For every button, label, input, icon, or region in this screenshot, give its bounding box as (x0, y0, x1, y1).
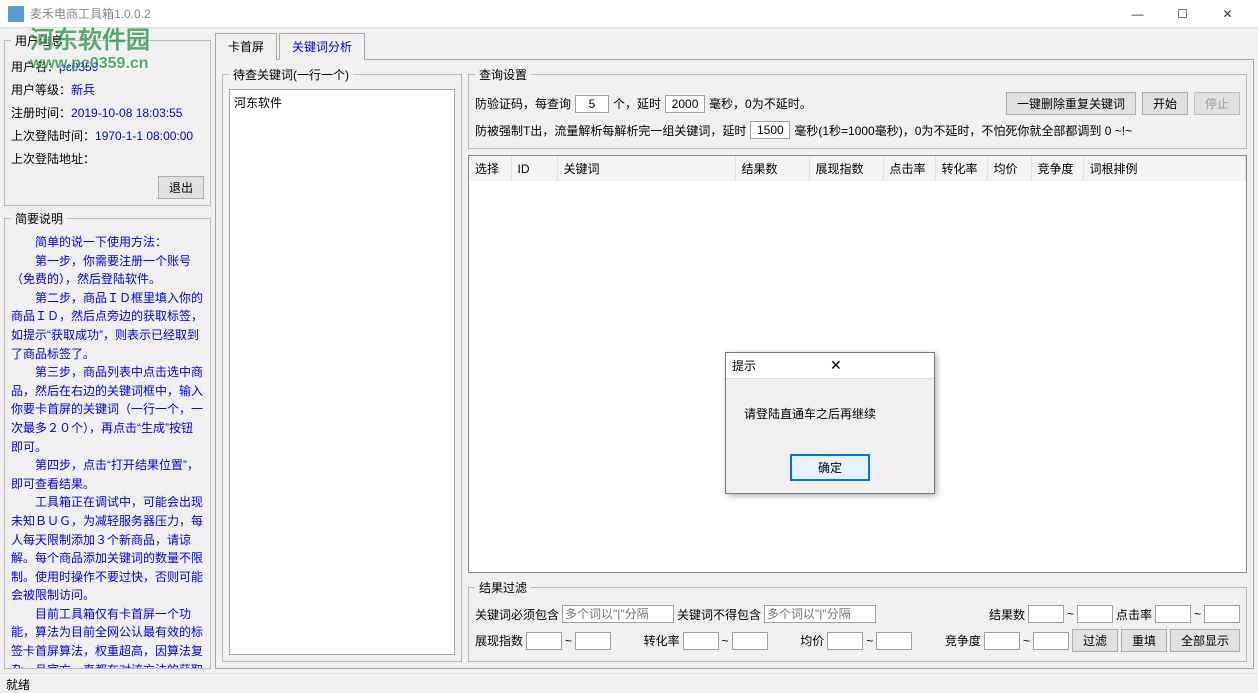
result-filter-panel: 结果过滤 关键词必须包含 关键词不得包含 结果数 ~ 点击率 ~ (468, 579, 1247, 662)
impression-max[interactable] (575, 632, 611, 650)
tabs: 卡首屏 关键词分析 (215, 32, 1254, 60)
competition-max[interactable] (1033, 632, 1069, 650)
result-filter-legend: 结果过滤 (475, 579, 531, 596)
exclude-input[interactable] (764, 605, 876, 623)
minimize-button[interactable]: — (1115, 0, 1160, 28)
col-id[interactable]: ID (511, 156, 557, 181)
col-cvr[interactable]: 转化率 (935, 156, 987, 181)
app-icon (8, 6, 24, 22)
reset-button[interactable]: 重填 (1121, 629, 1167, 652)
impression-min[interactable] (526, 632, 562, 650)
cvr-min[interactable] (683, 632, 719, 650)
dialog-message: 请登陆直通车之后再继续 (726, 379, 934, 448)
ctr-max[interactable] (1204, 605, 1240, 623)
ctr-min[interactable] (1155, 605, 1191, 623)
dialog-close-button[interactable]: ✕ (826, 357, 928, 374)
user-info-panel: 用户信息 用户名：pc0359 用户等级：新兵 注册时间：2019-10-08 … (4, 32, 211, 206)
user-level-value: 新兵 (71, 83, 95, 97)
start-button[interactable]: 开始 (1142, 92, 1188, 115)
query-settings-legend: 查询设置 (475, 66, 531, 83)
keyword-input-panel: 待查关键词(一行一个) 河东软件 (222, 66, 462, 662)
col-result-count[interactable]: 结果数 (735, 156, 809, 181)
prompt-dialog: 提示 ✕ 请登陆直通车之后再继续 确定 (725, 352, 935, 494)
keyword-textarea[interactable]: 河东软件 (229, 89, 455, 655)
cvr-max[interactable] (732, 632, 768, 650)
stop-button[interactable]: 停止 (1194, 92, 1240, 115)
logout-button[interactable]: 退出 (158, 176, 204, 199)
captcha-delay-input[interactable] (665, 95, 705, 113)
instructions-text: 简单的说一下使用方法： 第一步，你需要注册一个账号（免费的），然后登陆软件。 第… (11, 233, 204, 669)
last-login-time-value: 1970-1-1 08:00:00 (95, 129, 193, 143)
close-button[interactable]: ✕ (1205, 0, 1250, 28)
include-input[interactable] (562, 605, 674, 623)
show-all-button[interactable]: 全部显示 (1170, 629, 1240, 652)
username-value: pc0359 (59, 60, 98, 74)
competition-min[interactable] (984, 632, 1020, 650)
result-count-min[interactable] (1028, 605, 1064, 623)
user-info-legend: 用户信息 (11, 32, 67, 49)
instructions-legend: 简要说明 (11, 210, 67, 227)
dedupe-button[interactable]: 一键删除重复关键词 (1006, 92, 1136, 115)
filter-button[interactable]: 过滤 (1072, 629, 1118, 652)
titlebar: 麦禾电商工具箱1.0.0.2 — ☐ ✕ (0, 0, 1258, 28)
query-settings-panel: 查询设置 防验证码，每查询 个，延时 毫秒，0为不延时。 一键删除重复关键词 开… (468, 66, 1247, 149)
avg-price-max[interactable] (876, 632, 912, 650)
sidebar: 用户信息 用户名：pc0359 用户等级：新兵 注册时间：2019-10-08 … (0, 28, 215, 673)
captcha-count-input[interactable] (575, 95, 609, 113)
dialog-title: 提示 (732, 357, 826, 374)
tab-first-screen[interactable]: 卡首屏 (215, 33, 277, 60)
col-impression[interactable]: 展现指数 (809, 156, 883, 181)
dialog-ok-button[interactable]: 确定 (790, 454, 870, 481)
instructions-panel: 简要说明 简单的说一下使用方法： 第一步，你需要注册一个账号（免费的），然后登陆… (4, 210, 211, 669)
avg-price-min[interactable] (827, 632, 863, 650)
parse-delay-input[interactable] (750, 121, 790, 139)
col-root-rank[interactable]: 词根排例 (1083, 156, 1246, 181)
app-title: 麦禾电商工具箱1.0.0.2 (30, 5, 1115, 22)
tab-keyword-analysis[interactable]: 关键词分析 (279, 33, 365, 60)
result-count-max[interactable] (1077, 605, 1113, 623)
maximize-button[interactable]: ☐ (1160, 0, 1205, 28)
col-select[interactable]: 选择 (469, 156, 511, 181)
register-time-value: 2019-10-08 18:03:55 (71, 106, 182, 120)
col-ctr[interactable]: 点击率 (883, 156, 935, 181)
col-avg-price[interactable]: 均价 (987, 156, 1031, 181)
col-competition[interactable]: 竞争度 (1031, 156, 1083, 181)
keyword-legend: 待查关键词(一行一个) (229, 66, 353, 83)
col-keyword[interactable]: 关键词 (557, 156, 735, 181)
statusbar: 就绪 (0, 673, 1258, 693)
main-panel: 卡首屏 关键词分析 待查关键词(一行一个) 河东软件 查询设置 防验证码，每查询… (215, 28, 1258, 673)
window-controls: — ☐ ✕ (1115, 0, 1250, 28)
